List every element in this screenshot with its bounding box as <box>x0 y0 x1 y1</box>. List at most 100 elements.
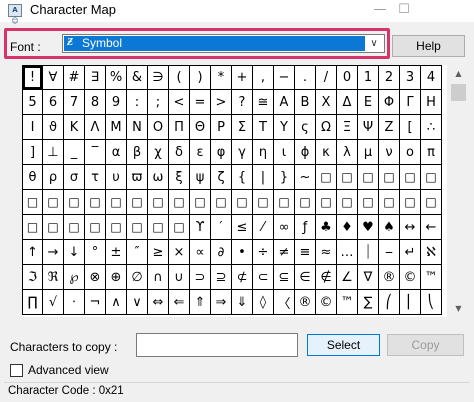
character-cell[interactable]: ♥ <box>358 215 379 240</box>
character-cell[interactable]: μ <box>358 140 379 165</box>
character-cell[interactable]: Η <box>421 90 442 115</box>
character-cell[interactable]: σ <box>64 165 85 190</box>
character-cell[interactable]: 4 <box>421 65 442 90</box>
character-cell[interactable]: [ <box>400 115 421 140</box>
character-cell[interactable]: ⎯ <box>379 240 400 265</box>
character-cell[interactable]: ? <box>232 90 253 115</box>
character-cell[interactable]: □ <box>85 190 106 215</box>
select-button[interactable]: Select <box>307 334 380 356</box>
character-cell[interactable]: 0 <box>337 65 358 90</box>
character-cell[interactable]: ϖ <box>127 165 148 190</box>
character-cell[interactable]: Δ <box>337 90 358 115</box>
chevron-down-icon[interactable]: ∨ <box>366 36 382 51</box>
character-cell[interactable]: Ζ <box>379 115 400 140</box>
character-cell[interactable]: □ <box>253 190 274 215</box>
character-cell[interactable]: □ <box>379 190 400 215</box>
character-cell[interactable]: ↔ <box>400 215 421 240</box>
character-cell[interactable]: ⇐ <box>169 290 190 315</box>
character-cell[interactable]: ‾ <box>85 140 106 165</box>
character-cell[interactable]: ! <box>22 65 43 90</box>
character-cell[interactable]: δ <box>169 140 190 165</box>
character-cell[interactable]: ♠ <box>379 215 400 240</box>
character-cell[interactable]: α <box>106 140 127 165</box>
character-cell[interactable]: ⊂ <box>253 265 274 290</box>
character-cell[interactable]: □ <box>358 165 379 190</box>
character-cell[interactable]: ε <box>190 140 211 165</box>
character-cell[interactable]: ξ <box>169 165 190 190</box>
character-cell[interactable]: # <box>64 65 85 90</box>
character-cell[interactable]: ℑ <box>22 265 43 290</box>
character-cell[interactable]: ◊ <box>253 290 274 315</box>
character-cell[interactable]: ÷ <box>253 240 274 265</box>
character-cell[interactable]: ℵ <box>421 240 442 265</box>
character-cell[interactable]: ⊕ <box>106 265 127 290</box>
character-cell[interactable]: − <box>274 65 295 90</box>
character-cell[interactable]: □ <box>421 190 442 215</box>
character-cell[interactable]: ∧ <box>106 290 127 315</box>
character-cell[interactable]: 7 <box>64 90 85 115</box>
character-cell[interactable]: ⊆ <box>274 265 295 290</box>
character-cell[interactable]: ° <box>85 240 106 265</box>
character-cell[interactable]: ƒ <box>295 215 316 240</box>
character-cell[interactable]: ± <box>106 240 127 265</box>
character-cell[interactable]: ∑ <box>358 290 379 315</box>
character-cell[interactable]: □ <box>106 190 127 215</box>
character-cell[interactable]: , <box>253 65 274 90</box>
character-cell[interactable]: | <box>253 165 274 190</box>
character-cell[interactable]: □ <box>295 190 316 215</box>
character-cell[interactable]: ν <box>379 140 400 165</box>
character-cell[interactable]: ♦ <box>337 215 358 240</box>
character-cell[interactable]: □ <box>22 215 43 240</box>
character-cell[interactable]: Ψ <box>358 115 379 140</box>
character-cell[interactable]: □ <box>85 215 106 240</box>
character-cell[interactable]: □ <box>337 165 358 190</box>
character-cell[interactable]: ≥ <box>148 240 169 265</box>
character-cell[interactable]: □ <box>358 190 379 215</box>
character-cell[interactable]: 3 <box>400 65 421 90</box>
character-cell[interactable]: Υ <box>274 115 295 140</box>
character-cell[interactable]: + <box>232 65 253 90</box>
character-cell[interactable]: □ <box>169 190 190 215</box>
character-cell[interactable]: Κ <box>64 115 85 140</box>
character-cell[interactable]: Λ <box>85 115 106 140</box>
character-cell[interactable]: Ι <box>22 115 43 140</box>
character-cell[interactable]: □ <box>43 190 64 215</box>
character-cell[interactable]: Ο <box>148 115 169 140</box>
character-cell[interactable]: √ <box>43 290 64 315</box>
character-cell[interactable]: ⊗ <box>85 265 106 290</box>
font-dropdown[interactable]: Ƶ Symbol ∨ <box>62 34 385 53</box>
character-cell[interactable]: © <box>400 265 421 290</box>
character-cell[interactable]: υ <box>106 165 127 190</box>
character-cell[interactable]: ρ <box>43 165 64 190</box>
character-cell[interactable]: … <box>337 240 358 265</box>
character-cell[interactable]: ″ <box>127 240 148 265</box>
character-cell[interactable]: ↵ <box>400 240 421 265</box>
character-cell[interactable]: ∪ <box>169 265 190 290</box>
character-cell[interactable]: 8 <box>85 90 106 115</box>
character-cell[interactable]: φ <box>211 140 232 165</box>
character-cell[interactable]: Μ <box>106 115 127 140</box>
character-cell[interactable]: ⋅ <box>64 290 85 315</box>
character-cell[interactable]: 1 <box>358 65 379 90</box>
character-cell[interactable]: □ <box>148 190 169 215</box>
character-cell[interactable]: □ <box>316 165 337 190</box>
character-cell[interactable]: χ <box>148 140 169 165</box>
character-cell[interactable]: □ <box>169 215 190 240</box>
character-cell[interactable]: → <box>43 240 64 265</box>
character-cell[interactable]: ∞ <box>274 215 295 240</box>
character-cell[interactable]: ® <box>379 265 400 290</box>
character-cell[interactable]: ; <box>148 90 169 115</box>
character-cell[interactable]: □ <box>190 190 211 215</box>
character-cell[interactable]: ∈ <box>295 265 316 290</box>
character-cell[interactable]: Ν <box>127 115 148 140</box>
character-cell[interactable]: □ <box>379 165 400 190</box>
character-cell[interactable]: ↓ <box>64 240 85 265</box>
character-cell[interactable]: ∨ <box>127 290 148 315</box>
character-cell[interactable]: ~ <box>295 165 316 190</box>
character-cell[interactable]: □ <box>148 215 169 240</box>
character-cell[interactable]: Θ <box>190 115 211 140</box>
character-cell[interactable]: □ <box>232 190 253 215</box>
character-cell[interactable]: = <box>190 90 211 115</box>
character-cell[interactable]: Τ <box>253 115 274 140</box>
character-cell[interactable]: Ρ <box>211 115 232 140</box>
